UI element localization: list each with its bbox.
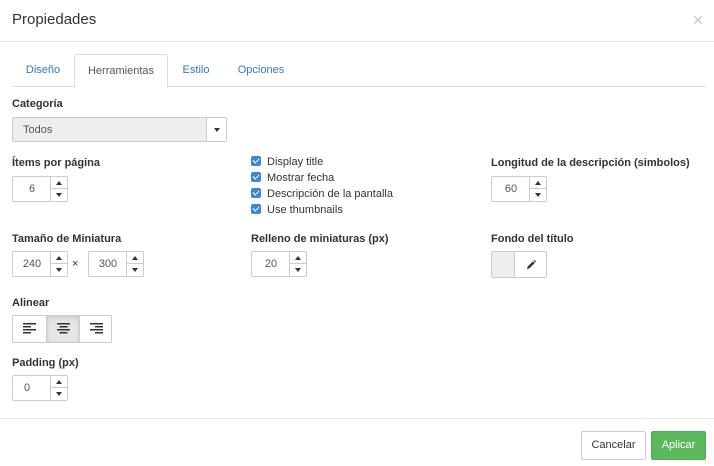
close-icon[interactable]: × [690, 11, 706, 29]
align-left-button[interactable] [13, 316, 46, 342]
items-por-pagina-label: Ítems por página [12, 157, 101, 169]
checkbox-label: Mostrar fecha [267, 172, 335, 184]
decrement-icon[interactable] [51, 189, 67, 201]
decrement-icon[interactable] [51, 264, 67, 276]
decrement-icon[interactable] [127, 264, 143, 276]
tab-estilo[interactable]: Estilo [170, 54, 222, 87]
dialog-title: Propiedades [12, 11, 97, 28]
fondo-titulo-label: Fondo del título [491, 233, 574, 245]
relleno-miniaturas-stepper[interactable]: 20 [251, 251, 307, 277]
caret-down-icon [214, 128, 220, 132]
checkbox-checked-icon[interactable] [251, 204, 261, 215]
align-right-icon [90, 323, 103, 334]
fondo-titulo-color-picker[interactable] [491, 251, 547, 278]
align-center-icon [57, 323, 70, 334]
checkbox-checked-icon[interactable] [251, 188, 261, 199]
miniatura-width-stepper[interactable]: 240 [12, 251, 68, 277]
increment-icon[interactable] [51, 177, 67, 189]
color-swatch[interactable] [492, 252, 515, 277]
miniatura-height-stepper[interactable]: 300 [88, 251, 144, 277]
dialog-footer: Cancelar Aplicar [0, 418, 714, 466]
miniatura-width-input[interactable]: 240 [13, 252, 51, 276]
cancel-button[interactable]: Cancelar [581, 431, 646, 460]
increment-icon[interactable] [530, 177, 546, 189]
stepper-arrows [289, 252, 306, 276]
checkbox-checked-icon[interactable] [251, 172, 261, 183]
increment-icon[interactable] [290, 252, 306, 264]
stepper-arrows [50, 376, 67, 400]
decrement-icon[interactable] [290, 264, 306, 276]
increment-icon[interactable] [51, 252, 67, 264]
longitud-descripcion-stepper[interactable]: 60 [491, 176, 547, 202]
increment-icon[interactable] [127, 252, 143, 264]
checkbox-display-title[interactable]: Display title [251, 156, 393, 172]
display-options: Display title Mostrar fecha Descripción … [251, 156, 393, 220]
checkbox-descripcion-pantalla[interactable]: Descripción de la pantalla [251, 188, 393, 204]
stepper-arrows [126, 252, 143, 276]
categoria-select[interactable]: Todos [12, 117, 227, 142]
apply-button[interactable]: Aplicar [651, 431, 706, 460]
padding-input[interactable]: 0 [13, 376, 41, 400]
align-center-button[interactable] [46, 316, 79, 342]
pencil-icon[interactable] [515, 252, 546, 277]
align-left-icon [23, 323, 36, 334]
checkbox-label: Display title [267, 156, 324, 168]
checkbox-checked-icon[interactable] [251, 156, 261, 167]
align-right-button[interactable] [79, 316, 112, 342]
tab-bar: Diseño Herramientas Estilo Opciones [12, 54, 706, 88]
stepper-arrows [50, 252, 67, 276]
tab-herramientas[interactable]: Herramientas [74, 54, 168, 88]
checkbox-label: Use thumbnails [267, 204, 343, 216]
alinear-label: Alinear [12, 297, 50, 309]
properties-dialog: Propiedades × Diseño Herramientas Estilo… [0, 0, 714, 466]
tamano-miniatura-label: Tamaño de Miniatura [12, 233, 122, 245]
stepper-arrows [50, 177, 67, 201]
categoria-value: Todos [23, 124, 53, 136]
padding-stepper[interactable]: 0 [12, 375, 68, 401]
checkbox-label: Descripción de la pantalla [267, 188, 393, 200]
padding-label: Padding (px) [12, 357, 79, 369]
categoria-dropdown-button[interactable] [206, 118, 226, 141]
categoria-label: Categoría [12, 98, 63, 110]
checkbox-use-thumbnails[interactable]: Use thumbnails [251, 204, 393, 220]
tab-diseno[interactable]: Diseño [12, 54, 74, 87]
increment-icon[interactable] [51, 376, 67, 388]
relleno-miniaturas-input[interactable]: 20 [252, 252, 290, 276]
items-por-pagina-stepper[interactable]: 6 [12, 176, 68, 202]
decrement-icon[interactable] [51, 388, 67, 400]
tab-opciones[interactable]: Opciones [227, 54, 295, 87]
miniatura-height-input[interactable]: 300 [89, 252, 127, 276]
stepper-arrows [529, 177, 546, 201]
size-separator: × [72, 258, 79, 270]
checkbox-mostrar-fecha[interactable]: Mostrar fecha [251, 172, 393, 188]
longitud-descripcion-input[interactable]: 60 [492, 177, 530, 201]
items-por-pagina-input[interactable]: 6 [13, 177, 51, 201]
align-button-group [12, 315, 112, 343]
relleno-miniaturas-label: Relleno de miniaturas (px) [251, 233, 389, 245]
decrement-icon[interactable] [530, 189, 546, 201]
dialog-header: Propiedades × [0, 0, 714, 42]
longitud-descripcion-label: Longitud de la descripción (simbolos) [491, 157, 690, 169]
